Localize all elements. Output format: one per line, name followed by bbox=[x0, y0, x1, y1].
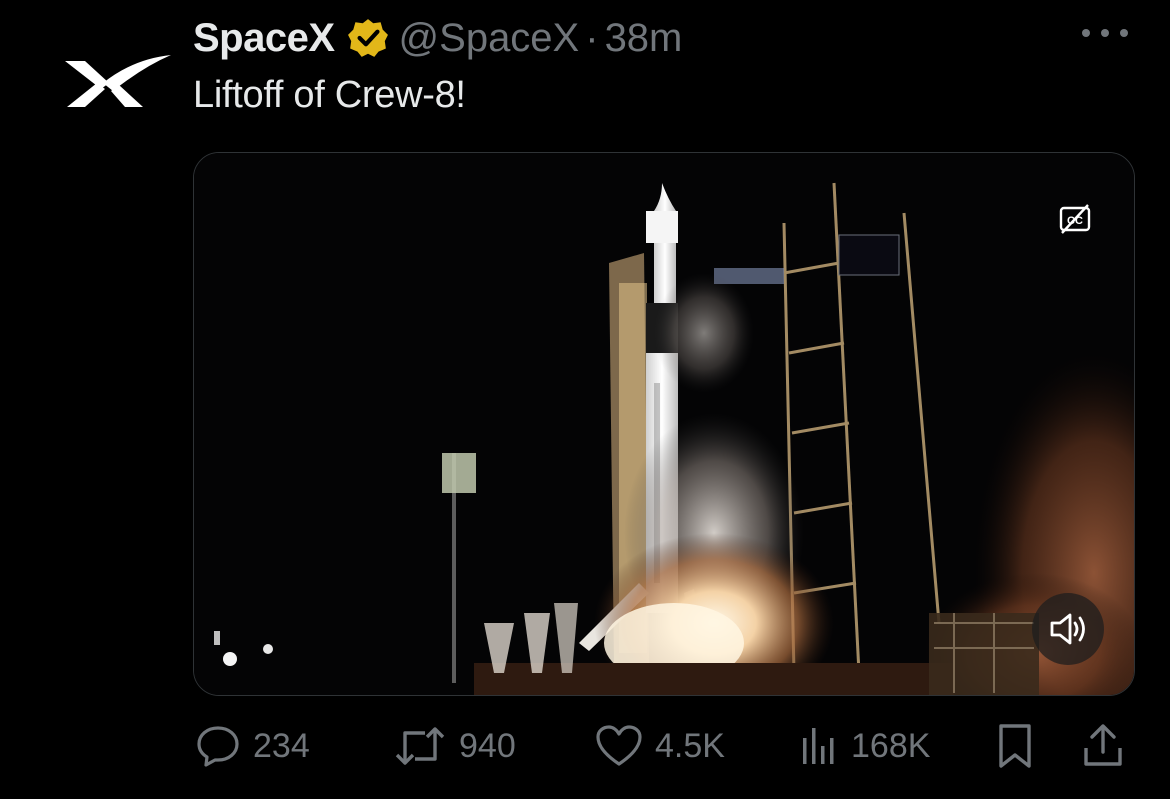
separator-dot: · bbox=[585, 15, 599, 60]
tweet-actions: 234 940 4.5K 168K bbox=[195, 720, 1135, 772]
reply-button[interactable]: 234 bbox=[195, 720, 310, 772]
more-options-button[interactable] bbox=[1082, 18, 1128, 48]
repost-count: 940 bbox=[459, 726, 516, 765]
sound-toggle-button[interactable] bbox=[1032, 593, 1104, 665]
bar-chart-icon bbox=[803, 728, 834, 764]
reply-count: 234 bbox=[253, 726, 310, 765]
video-player[interactable]: CC bbox=[193, 152, 1135, 696]
bookmark-icon bbox=[999, 724, 1031, 768]
bookmark-button[interactable] bbox=[995, 720, 1035, 772]
launch-video-frame bbox=[194, 153, 1134, 695]
more-dots-icon bbox=[1082, 29, 1090, 37]
avatar[interactable] bbox=[60, 48, 175, 118]
verified-badge-icon bbox=[347, 19, 388, 57]
like-button[interactable]: 4.5K bbox=[595, 720, 725, 772]
spacex-x-logo-icon bbox=[64, 55, 171, 107]
tweet-text: Liftoff of Crew-8! bbox=[193, 74, 466, 116]
author-handle[interactable]: @SpaceX bbox=[399, 16, 580, 61]
share-icon bbox=[1084, 724, 1122, 766]
author-name[interactable]: SpaceX bbox=[193, 16, 335, 61]
heart-icon bbox=[596, 725, 642, 766]
reply-bubble-icon bbox=[197, 726, 239, 767]
repost-button[interactable]: 940 bbox=[393, 720, 516, 772]
view-count: 168K bbox=[851, 726, 931, 765]
share-button[interactable] bbox=[1081, 720, 1125, 772]
timestamp[interactable]: 38m bbox=[605, 16, 683, 61]
like-count: 4.5K bbox=[655, 726, 725, 765]
speaker-sound-icon bbox=[1050, 613, 1085, 645]
views-button[interactable]: 168K bbox=[799, 720, 930, 772]
closed-captions-off-icon[interactable]: CC bbox=[1058, 203, 1092, 235]
repost-icon bbox=[395, 727, 445, 765]
tweet-header: SpaceX @SpaceX · 38m bbox=[193, 12, 682, 64]
